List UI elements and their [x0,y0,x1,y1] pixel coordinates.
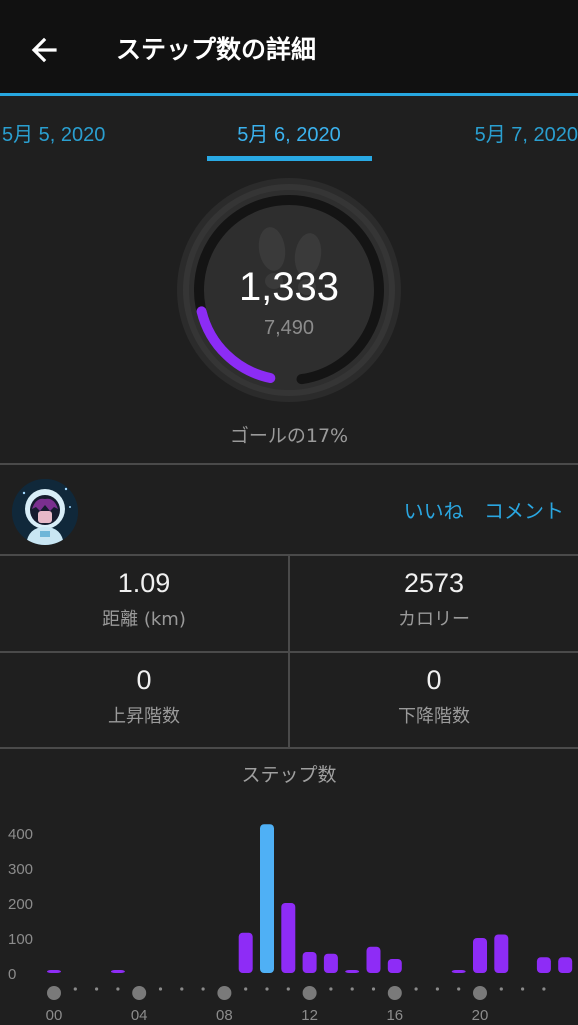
x-axis-minor-dot [329,987,333,991]
app-header: ステップ数の詳細 [0,0,578,96]
bar-hour-12 [302,952,317,973]
chart-title: ステップ数 [241,764,337,786]
date-tab-next[interactable]: 5月 7, 2020 [475,118,578,147]
y-tick-label: 100 [8,931,33,948]
x-axis-minor-dot [350,987,354,991]
avatar[interactable] [12,479,78,545]
x-axis-minor-dot [457,987,461,991]
divider [0,747,578,749]
goal-percentage: ゴールの17% [229,425,349,447]
social-actions: いいね コメント [390,495,564,524]
date-tabs: 5月 5, 2020 5月 6, 2020 5月 7, 2020 [0,100,578,164]
x-axis-minor-dot [158,987,163,991]
back-button[interactable] [22,28,66,72]
date-tab-prev[interactable]: 5月 5, 2020 [2,118,105,147]
stat-floors-down: 0 下降階数 [290,665,578,728]
bar-hour-20 [473,938,487,973]
like-button[interactable]: いいね [404,499,464,523]
bar-hour-15 [366,946,381,973]
y-tick-label: 0 [8,966,16,983]
steps-goal: 7,490 [263,317,315,339]
bar-hour-9 [238,932,253,973]
stat-floors-up: 0 上昇階数 [0,665,288,728]
bar-hour-23 [536,957,551,973]
x-tick-label: 08 [216,1007,233,1024]
date-tab-indicator [207,156,372,161]
x-axis-minor-dot [521,987,525,991]
bar-hour-13 [323,953,338,973]
stat-value: 0 [136,665,152,695]
x-axis-major-dot [217,986,232,1000]
x-axis-minor-dot [116,987,120,991]
date-tab-current[interactable]: 5月 6, 2020 [207,118,371,147]
bar-hour-10 [260,824,274,973]
x-axis-minor-dot [371,987,376,991]
x-axis-minor-dot [414,987,418,991]
y-tick-label: 400 [8,826,33,843]
astronaut-avatar-icon [12,479,78,545]
bar-hour-14 [345,970,360,973]
x-axis-major-dot [473,986,487,1000]
x-axis-minor-dot [265,987,269,991]
stat-distance: 1.09 距離 (km) [0,568,288,631]
x-axis-minor-dot [435,987,439,991]
x-axis-major-dot [47,986,61,1000]
bar-hour-11 [281,903,296,973]
x-axis-minor-dot [542,987,546,991]
x-tick-label: 20 [472,1007,489,1024]
bar-hour-21 [494,934,509,973]
stat-label: カロリー [398,609,470,630]
stat-label: 下降階数 [398,706,470,727]
arrow-left-icon [31,37,57,63]
steps-count: 1,333 [238,265,340,309]
x-axis-minor-dot [180,987,184,991]
stat-value: 2573 [403,568,465,598]
x-axis-minor-dot [201,987,205,991]
y-tick-label: 200 [8,896,33,913]
bar-hour-16 [387,959,402,973]
x-axis-minor-dot [499,987,503,991]
x-axis-minor-dot [286,987,290,991]
y-tick-label: 300 [8,861,33,878]
x-axis-minor-dot [73,987,77,991]
comment-button[interactable]: コメント [484,499,564,523]
bar-hour-19 [451,970,466,973]
page-title: ステップ数の詳細 [116,35,317,64]
bar-hour-3 [110,970,125,973]
x-axis-minor-dot [95,987,99,991]
x-axis-major-dot [132,986,147,1000]
stat-label: 距離 (km) [102,609,186,630]
steps-progress-ring: 1,333 7,490 [176,177,402,403]
stat-value: 0 [426,665,442,695]
bar-hour-24 [558,957,573,973]
x-axis-minor-dot [244,987,248,991]
x-tick-label: 00 [46,1007,63,1024]
hourly-steps-chart: 0 100 200 300 400 00 04 08 12 16 20 [8,824,573,1024]
stat-label: 上昇階数 [108,706,180,727]
x-axis-major-dot [387,986,402,1000]
x-tick-label: 12 [301,1007,318,1024]
x-axis-major-dot [302,986,317,1000]
bar-hour-0 [47,970,61,973]
stat-value: 1.09 [117,568,171,598]
social-row: いいね コメント [0,465,578,554]
x-tick-label: 16 [386,1007,403,1024]
x-tick-label: 04 [131,1007,148,1024]
stat-calories: 2573 カロリー [290,568,578,631]
